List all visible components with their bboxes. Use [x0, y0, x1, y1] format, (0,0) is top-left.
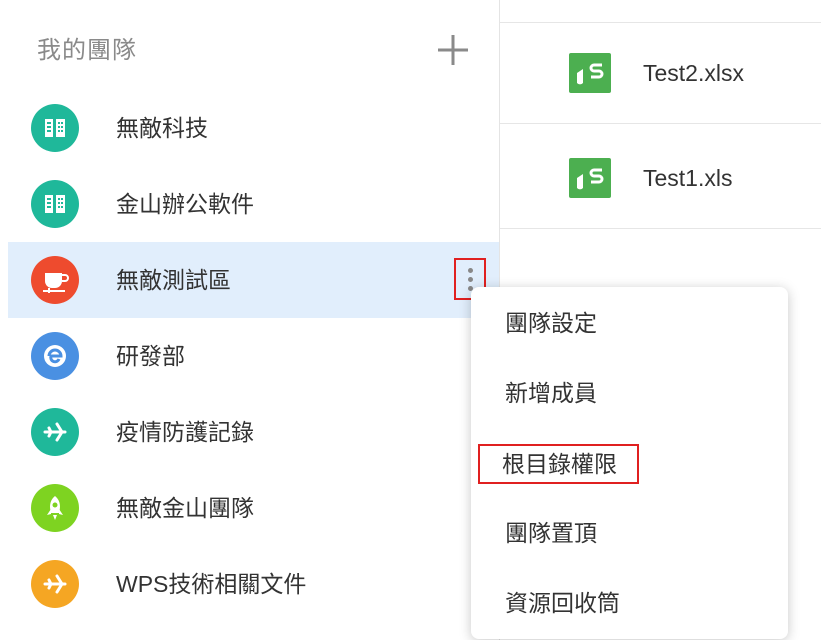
- spreadsheet-icon: [569, 158, 611, 198]
- airplane-icon: [31, 560, 79, 608]
- team-name: 無敵科技: [116, 115, 208, 141]
- airplane-icon: [31, 408, 79, 456]
- menu-item-team-settings[interactable]: 團隊設定: [471, 287, 788, 357]
- team-name: 無敵金山團隊: [116, 495, 254, 521]
- file-name: Test2.xlsx: [643, 60, 744, 86]
- menu-item-label: 新增成員: [505, 380, 597, 406]
- menu-item-pin-team[interactable]: 團隊置頂: [471, 497, 788, 567]
- file-name: Test1.xls: [643, 165, 733, 191]
- team-name: 疫情防護記錄: [116, 419, 254, 445]
- more-vertical-icon: [467, 267, 473, 273]
- team-item-epidemic-records[interactable]: 疫情防護記錄: [8, 394, 499, 470]
- plus-icon: [438, 35, 468, 65]
- building-icon: [31, 104, 79, 152]
- file-item-test1[interactable]: Test1.xls: [500, 128, 821, 229]
- team-item-rnd[interactable]: 研發部: [8, 318, 499, 394]
- team-item-test-zone[interactable]: 無敵測試區: [8, 242, 499, 318]
- menu-item-label: 資源回收筒: [505, 590, 620, 616]
- team-name: 金山辦公軟件: [116, 191, 254, 217]
- file-item-test2[interactable]: Test2.xlsx: [500, 23, 821, 124]
- spreadsheet-icon: [569, 53, 611, 93]
- team-item-wps-docs[interactable]: WPS技術相關文件: [8, 546, 499, 622]
- team-item-kingsoft-office[interactable]: 金山辦公軟件: [8, 166, 499, 242]
- team-name: 無敵測試區: [116, 267, 231, 293]
- menu-item-label: 團隊置頂: [505, 520, 597, 546]
- menu-item-root-permissions[interactable]: 根目錄權限: [471, 427, 788, 497]
- team-item-wudi-tech[interactable]: 無敵科技: [8, 90, 499, 166]
- more-dot: [467, 276, 473, 282]
- menu-item-add-member[interactable]: 新增成員: [471, 357, 788, 427]
- sidebar-title: 我的團隊: [37, 37, 137, 64]
- menu-item-label: 根目錄權限: [478, 444, 639, 484]
- building-icon: [31, 180, 79, 228]
- menu-item-label: 團隊設定: [505, 310, 597, 336]
- add-team-button[interactable]: [436, 33, 470, 67]
- globe-icon: [31, 332, 79, 380]
- rocket-icon: [31, 484, 79, 532]
- team-name: WPS技術相關文件: [116, 571, 307, 597]
- team-context-menu: 團隊設定 新增成員 根目錄權限 團隊置頂 資源回收筒: [471, 287, 788, 639]
- coffee-cup-icon: [31, 256, 79, 304]
- menu-item-recycle-bin[interactable]: 資源回收筒: [471, 567, 788, 637]
- team-name: 研發部: [116, 343, 185, 369]
- team-sidebar: 我的團隊 無敵科技 金山辦公軟件 無敵測試區 研發部 疫情防護記錄 無敵金山團隊…: [0, 0, 500, 640]
- team-item-kingsoft-team[interactable]: 無敵金山團隊: [8, 470, 499, 546]
